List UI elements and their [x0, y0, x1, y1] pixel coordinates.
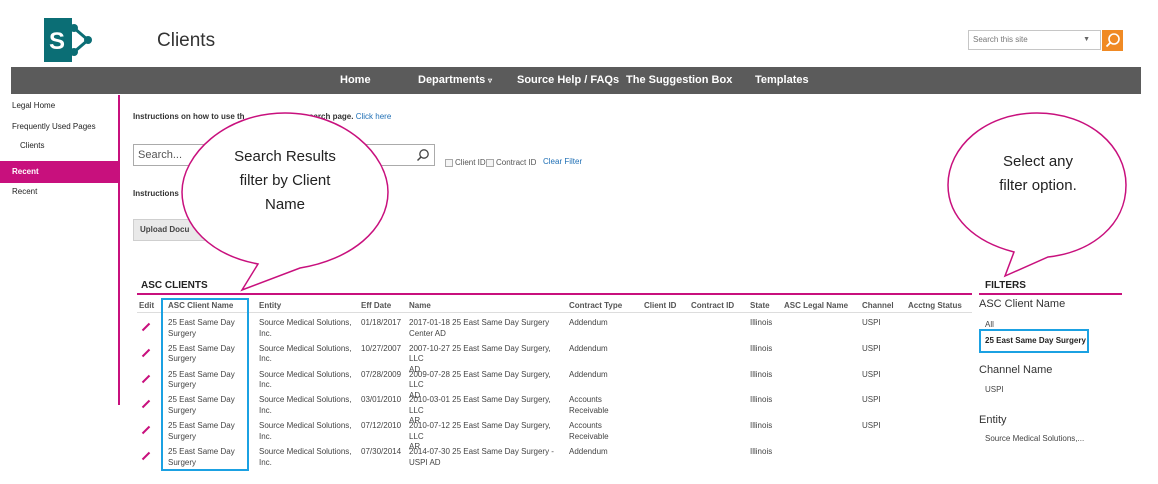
filter-channel-option[interactable]: USPI — [985, 385, 1004, 394]
cell-eff-date: 07/30/2014 — [361, 447, 402, 456]
col-header-channel[interactable]: Channel — [862, 301, 894, 310]
nav-source-help[interactable]: Source Help / FAQs — [517, 67, 619, 94]
cell-state: Illinois — [750, 318, 773, 327]
edit-pencil-icon[interactable] — [141, 396, 151, 409]
nav-departments[interactable]: Departments — [418, 67, 485, 94]
cell-state: Illinois — [750, 421, 773, 431]
cell-state: Illinois — [750, 447, 773, 456]
left-nav-divider — [118, 95, 120, 405]
nav-templates[interactable]: Templates — [755, 67, 809, 94]
filter-client-heading: ASC Client Name — [979, 298, 1066, 310]
client-id-label: Client ID — [455, 158, 486, 167]
left-nav-frequently-used[interactable]: Frequently Used Pages — [12, 122, 96, 131]
right-callout-text: Select any filter option. — [999, 153, 1077, 194]
cell-contract-type: Addendum — [569, 343, 608, 353]
col-header-entity[interactable]: Entity — [259, 301, 281, 310]
cell-entity: Source Medical Solutions, Inc. — [259, 395, 352, 415]
edit-pencil-icon[interactable] — [141, 345, 151, 358]
col-header-contract-id[interactable]: Contract ID — [691, 301, 734, 310]
left-nav-recent-active[interactable]: Recent — [12, 167, 39, 176]
col-header-eff-date[interactable]: Eff Date — [361, 301, 391, 310]
client-name-column-highlight — [161, 298, 249, 471]
chevron-down-icon[interactable]: ▿ — [488, 67, 492, 94]
nav-home[interactable]: Home — [340, 67, 371, 94]
filters-divider — [979, 293, 1122, 295]
left-nav-recent[interactable]: Recent — [12, 187, 37, 196]
cell-eff-date: 01/18/2017 — [361, 318, 402, 327]
cell-state: Illinois — [750, 343, 773, 353]
left-callout-text: Search Results filter by Client Name — [234, 148, 336, 213]
col-header-acctng-status[interactable]: Acctng Status — [908, 301, 962, 310]
edit-pencil-icon[interactable] — [141, 422, 151, 435]
sharepoint-logo[interactable]: S — [44, 18, 92, 62]
contract-id-checkbox[interactable] — [486, 159, 494, 167]
col-header-contract-type[interactable]: Contract Type — [569, 301, 622, 310]
site-search-input[interactable]: Search this site ▼ — [968, 30, 1101, 50]
edit-pencil-icon[interactable] — [141, 448, 151, 461]
left-nav-legal-home[interactable]: Legal Home — [12, 101, 55, 110]
col-header-name[interactable]: Name — [409, 301, 431, 310]
filters-title: FILTERS — [985, 280, 1026, 291]
cell-contract-type: Addendum — [569, 369, 608, 379]
search-icon[interactable] — [416, 148, 430, 162]
cell-name: 2014-07-30 25 East Same Day Surgery - USP… — [409, 447, 554, 467]
site-title: Clients — [157, 30, 216, 51]
left-nav-clients[interactable]: Clients — [20, 141, 44, 150]
cell-entity: Source Medical Solutions, Inc. — [259, 369, 352, 390]
client-id-checkbox[interactable] — [445, 159, 453, 167]
svg-text:S: S — [49, 28, 65, 55]
filter-entity-option[interactable]: Source Medical Solutions,... — [985, 434, 1084, 443]
contract-id-label: Contract ID — [496, 158, 537, 167]
edit-pencil-icon[interactable] — [141, 371, 151, 383]
edit-pencil-icon[interactable] — [141, 319, 151, 332]
cell-eff-date: 07/12/2010 — [361, 421, 402, 431]
filter-entity-heading: Entity — [979, 414, 1007, 426]
cell-channel: USPI — [862, 369, 881, 379]
site-search-button[interactable] — [1102, 30, 1123, 51]
cell-channel: USPI — [862, 421, 881, 431]
cell-entity: Source Medical Solutions, Inc. — [259, 343, 352, 364]
col-header-edit: Edit — [139, 301, 155, 310]
cell-eff-date: 10/27/2007 — [361, 343, 402, 353]
filter-client-all[interactable]: All — [985, 320, 994, 329]
cell-eff-date: 07/28/2009 — [361, 369, 402, 379]
cell-contract-type: Addendum — [569, 318, 608, 327]
clear-filter-link[interactable]: Clear Filter — [543, 157, 582, 166]
cell-contract-type: Accounts Receivable — [569, 421, 609, 441]
cell-entity: Source Medical Solutions, Inc. — [259, 318, 352, 338]
site-search-placeholder: Search this site — [973, 35, 1028, 44]
cell-channel: USPI — [862, 395, 881, 405]
cell-entity: Source Medical Solutions, Inc. — [259, 447, 352, 467]
cell-state: Illinois — [750, 395, 773, 405]
nav-suggestion-box[interactable]: The Suggestion Box — [626, 67, 732, 94]
selected-filter-highlight — [979, 329, 1089, 353]
cell-channel: USPI — [862, 343, 881, 353]
col-header-state[interactable]: State — [750, 301, 770, 310]
header-underline — [137, 312, 972, 313]
cell-channel: USPI — [862, 318, 881, 327]
col-header-client-id[interactable]: Client ID — [644, 301, 676, 310]
col-header-legal-name[interactable]: ASC Legal Name — [784, 301, 848, 310]
cell-state: Illinois — [750, 369, 773, 379]
cell-eff-date: 03/01/2010 — [361, 395, 402, 405]
cell-entity: Source Medical Solutions, Inc. — [259, 421, 352, 441]
cell-contract-type: Accounts Receivable — [569, 395, 609, 415]
cell-contract-type: Addendum — [569, 447, 608, 456]
search-scope-dropdown-icon[interactable]: ▼ — [1083, 31, 1090, 49]
top-navigation: Home Departments ▿ Source Help / FAQs Th… — [11, 67, 1141, 94]
search-icon — [1105, 33, 1120, 48]
filter-channel-heading: Channel Name — [979, 364, 1053, 376]
cell-name: 2017-01-18 25 East Same Day Surgery Cente… — [409, 318, 550, 338]
